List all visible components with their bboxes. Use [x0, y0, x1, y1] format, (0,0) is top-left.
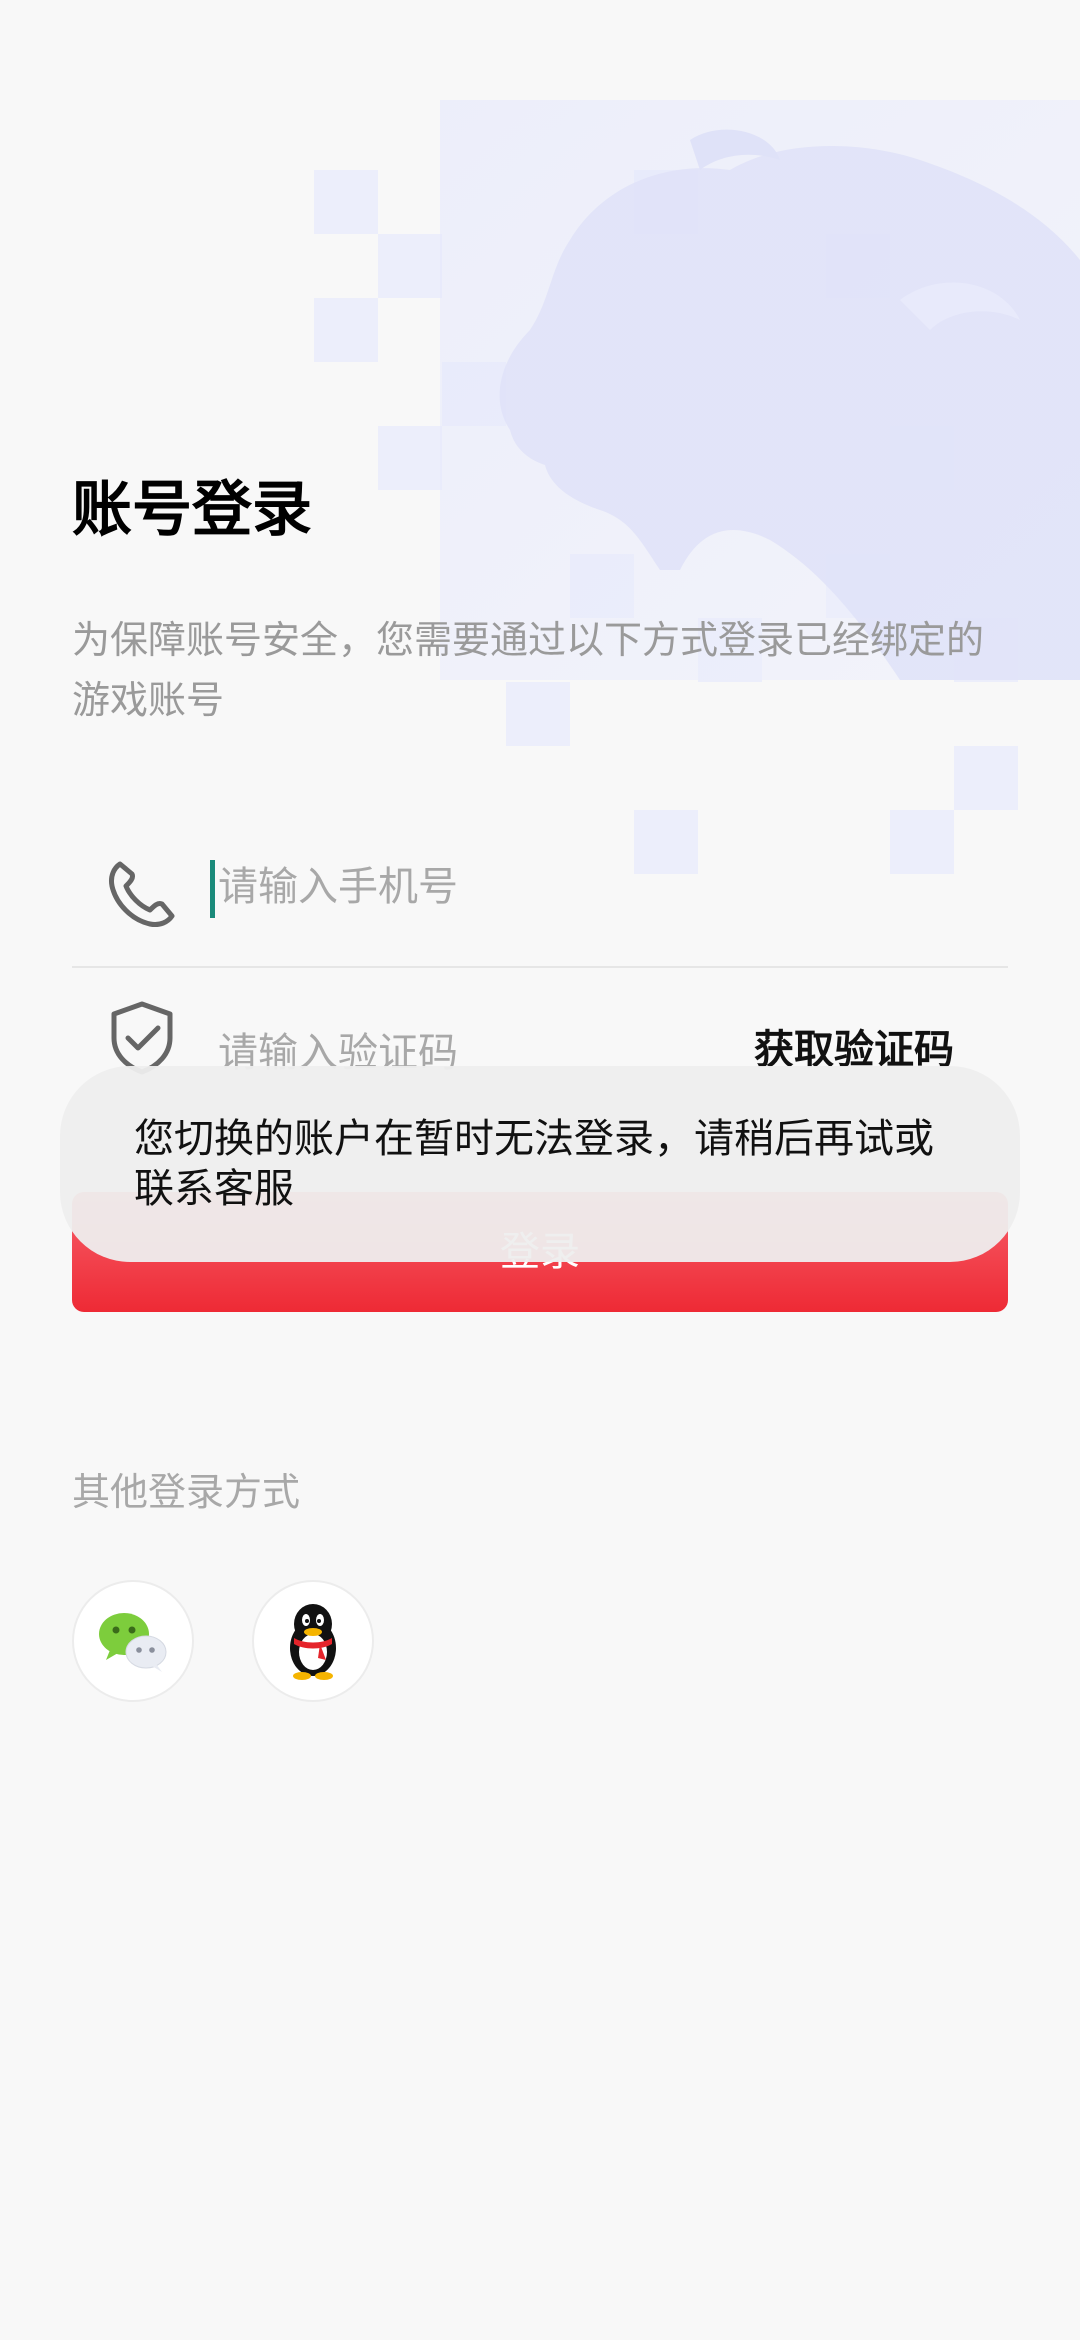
toast-message: 您切换的账户在暂时无法登录，请稍后再试或联系客服 [60, 1066, 1020, 1262]
phone-row [72, 840, 1008, 968]
phone-icon [109, 861, 175, 927]
background-illustration [314, 100, 1080, 874]
phone-input[interactable] [212, 852, 818, 922]
page-description: 为保障账号安全，您需要通过以下方式登录已经绑定的游戏账号 [72, 618, 985, 722]
page-title: 账号登录 [72, 475, 312, 545]
wechat-login-button[interactable] [72, 1580, 194, 1702]
qq-login-button[interactable] [252, 1580, 374, 1702]
other-login-title: 其他登录方式 [72, 1470, 301, 1514]
qq-icon [290, 1604, 336, 1680]
wechat-icon [99, 1613, 167, 1672]
